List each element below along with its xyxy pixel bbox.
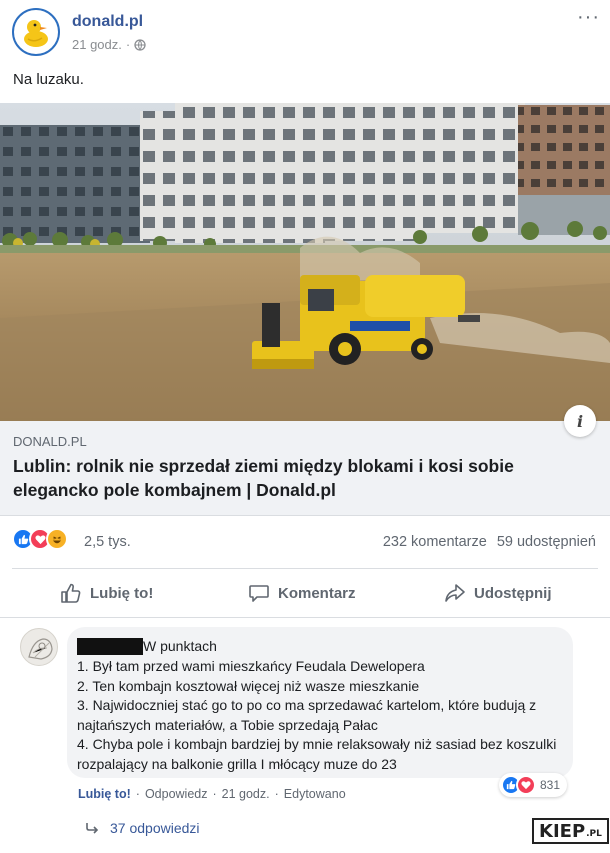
post-actions: Lubię to! Komentarz Udostępnij — [12, 568, 598, 616]
page-name[interactable]: donald.pl — [72, 13, 143, 31]
post-photo[interactable] — [0, 103, 610, 421]
comment-body: 1. Był tam przed wami mieszkańcy Feudala… — [77, 657, 563, 774]
engagement-counts: 232 komentarze 59 udostępnień — [377, 534, 596, 550]
comment-reaction-count: 831 — [540, 778, 561, 792]
reaction-count[interactable]: 2,5 tys. — [84, 534, 131, 550]
comment-actions: Lubię to! · Odpowiedz · 21 godz. · Edyto… — [78, 787, 346, 801]
post-meta: 21 godz. · — [72, 37, 146, 52]
more-options-icon[interactable]: ··· — [577, 7, 600, 27]
globe-icon — [134, 38, 146, 51]
like-button-label: Lubię to! — [90, 584, 154, 602]
kiep-watermark: KIEP .PL — [532, 818, 609, 844]
comments-count[interactable]: 232 komentarze — [383, 534, 487, 550]
comment-reactions[interactable]: 831 — [499, 773, 568, 797]
watermark-suffix: .PL — [586, 829, 602, 839]
page-avatar-duck[interactable] — [12, 8, 60, 56]
comment-time[interactable]: 21 godz. — [222, 787, 270, 801]
comment-bubble: W punktach 1. Był tam przed wami mieszka… — [67, 627, 573, 797]
replies-count: 37 odpowiedzi — [110, 820, 200, 836]
comments-divider — [0, 617, 610, 618]
reactions-summary: 2,5 tys. 232 komentarze 59 udostępnień — [0, 524, 610, 560]
comment-line: 2. Ten kombajn kosztował więcej niż wasz… — [77, 677, 420, 694]
share-arrow-icon — [445, 584, 465, 602]
link-domain: DONALD.PL — [13, 434, 87, 449]
post-header: donald.pl 21 godz. · ··· — [12, 7, 602, 60]
share-button[interactable]: Udostępnij — [444, 569, 552, 617]
comment-edited[interactable]: Edytowano — [284, 787, 346, 801]
censored-author-name[interactable] — [77, 638, 143, 655]
comment-reply-link[interactable]: Odpowiedz — [145, 787, 208, 801]
share-button-label: Udostępnij — [474, 584, 552, 602]
shares-count[interactable]: 59 udostępnień — [497, 534, 596, 550]
combine-harvester-photo — [0, 103, 610, 421]
info-icon[interactable]: i — [564, 405, 596, 437]
comment-line: 4. Chyba pole i kombajn bardziej by mnie… — [77, 736, 557, 772]
view-replies-link[interactable]: 37 odpowiedzi — [86, 820, 200, 836]
comment-bubble-icon — [249, 585, 269, 602]
reply-arrow-icon — [86, 823, 99, 834]
link-title[interactable]: Lublin: rolnik nie sprzedał ziemi między… — [13, 454, 553, 502]
like-button[interactable]: Lubię to! — [60, 569, 153, 617]
post-time[interactable]: 21 godz. — [72, 37, 122, 52]
love-reaction-icon — [516, 775, 536, 795]
comment-button-label: Komentarz — [278, 584, 356, 602]
duck-logo-icon — [24, 20, 48, 47]
comment-line: 1. Był tam przed wami mieszkańcy Feudala… — [77, 658, 425, 674]
haha-reaction-icon — [46, 528, 68, 550]
sketch-avatar-icon — [28, 638, 53, 660]
commenter-avatar[interactable] — [20, 628, 58, 666]
comment-like-link[interactable]: Lubię to! — [78, 787, 131, 801]
thumbs-up-icon — [61, 583, 81, 603]
watermark-main: KIEP — [539, 820, 586, 842]
link-preview[interactable]: i DONALD.PL Lublin: rolnik nie sprzedał … — [0, 405, 610, 516]
reaction-icons[interactable] — [12, 528, 68, 552]
comment-button[interactable]: Komentarz — [248, 569, 356, 617]
post-text: Na luzaku. — [13, 71, 84, 88]
comment-line: 3. Najwidoczniej stać go to po co ma spr… — [77, 697, 537, 733]
comment-header: W punktach — [143, 638, 217, 654]
